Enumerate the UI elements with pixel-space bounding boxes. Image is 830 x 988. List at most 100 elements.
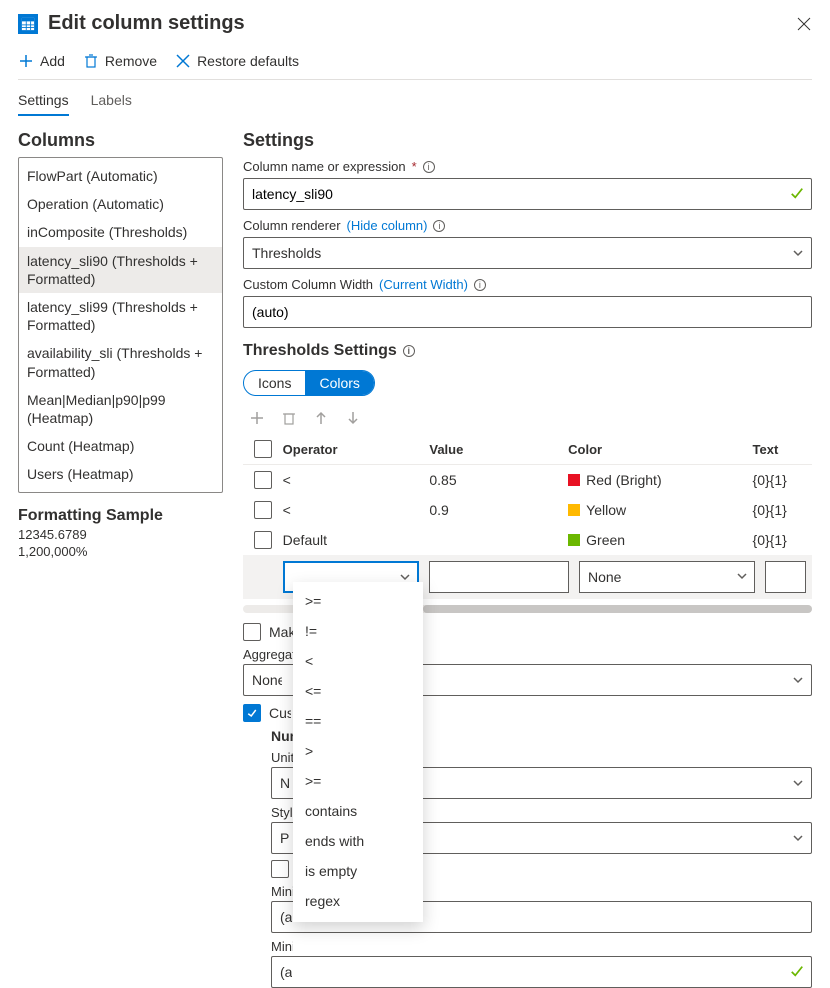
style-value: Percent [280,830,290,846]
operator-option[interactable]: is empty [293,856,423,886]
operator-option[interactable]: starts with [293,916,423,922]
settings-heading: Settings [243,130,812,151]
operator-option[interactable]: != [293,616,423,646]
column-item[interactable]: Users (Heatmap) [19,460,222,488]
remove-label: Remove [105,53,157,69]
column-item[interactable]: latency_sli99 (Thresholds + Formatted) [19,293,222,339]
column-item[interactable]: Count (Heatmap) [19,432,222,460]
operator-option[interactable]: >= [293,766,423,796]
table-icon [18,14,38,34]
column-renderer-select[interactable]: Thresholds [243,237,812,269]
required-asterisk: * [412,159,417,174]
pill-icons[interactable]: Icons [244,371,305,395]
min-int-label: Minimum integer digits [271,884,293,899]
threshold-color: Yellow [568,502,752,518]
make-bar-hidden-checkbox[interactable] [243,623,261,641]
column-item[interactable]: FlowPart (Automatic) [19,162,222,190]
operator-option[interactable]: < [293,646,423,676]
thresholds-mode-toggle: Icons Colors [243,370,375,396]
threshold-delete-button[interactable] [281,410,297,426]
threshold-row[interactable]: <0.9Yellow{0}{1} [243,495,812,525]
new-text-input[interactable] [765,561,806,593]
formatting-sample-1: 12345.6789 [18,527,223,542]
formatting-sample-2: 1,200,000% [18,544,223,559]
threshold-value: 0.9 [429,502,568,518]
units-label: Units [271,750,293,765]
column-item[interactable]: inComposite (Thresholds) [19,218,222,246]
threshold-row-checkbox[interactable] [254,501,272,519]
threshold-select-all-checkbox[interactable] [254,440,272,458]
threshold-text: {0}{1} [753,472,812,488]
header-color: Color [568,442,752,457]
column-renderer-value: Thresholds [252,245,321,261]
restore-defaults-button[interactable]: Restore defaults [175,53,299,69]
group-separators-checkbox[interactable] [271,860,289,878]
operator-option[interactable]: == [293,706,423,736]
threshold-row-checkbox[interactable] [254,531,272,549]
info-icon[interactable]: i [403,345,415,357]
threshold-text: {0}{1} [753,502,812,518]
header-value: Value [429,442,568,457]
threshold-text: {0}{1} [753,532,812,548]
restore-label: Restore defaults [197,53,299,69]
operator-option[interactable]: > [293,736,423,766]
threshold-row[interactable]: Default Green{0}{1} [243,525,812,555]
custom-formatting-checkbox[interactable] [243,704,261,722]
info-icon[interactable]: i [423,161,435,173]
min-frac-input[interactable]: (auto) [271,956,812,988]
valid-check-icon [790,186,804,200]
column-item[interactable]: Mean|Median|p90|p99 (Heatmap) [19,386,222,432]
threshold-row-checkbox[interactable] [254,471,272,489]
new-color-value: None [588,569,621,585]
tab-labels[interactable]: Labels [91,92,132,116]
number-formatting-heading: Number Formatting [271,728,293,744]
threshold-move-down-button[interactable] [345,410,361,426]
custom-width-input[interactable] [243,296,812,328]
info-icon[interactable]: i [433,220,445,232]
custom-formatting-label: Custom formatting [269,705,291,721]
threshold-row[interactable]: <0.85Red (Bright){0}{1} [243,465,812,495]
threshold-add-button[interactable] [249,410,265,426]
operator-dropdown: >=!=<<===>>=containsends withis emptyreg… [293,582,423,922]
threshold-operator: < [283,502,430,518]
column-item[interactable]: availability_sli (Thresholds + Formatted… [19,339,222,385]
hide-column-link[interactable]: (Hide column) [347,218,428,233]
threshold-operator: Default [283,532,430,548]
add-button[interactable]: Add [18,53,65,69]
chevron-down-icon [736,570,748,582]
column-item[interactable]: Operation (Automatic) [19,190,222,218]
min-frac-label: Minimum fractional digits [271,939,293,954]
formatting-sample-heading: Formatting Sample [18,507,223,525]
threshold-move-up-button[interactable] [313,410,329,426]
min-frac-value: (auto) [280,964,292,980]
new-value-input[interactable] [429,561,569,593]
operator-option[interactable]: contains [293,796,423,826]
threshold-color: Red (Bright) [568,472,752,488]
header-operator: Operator [283,442,430,457]
current-width-link[interactable]: (Current Width) [379,277,468,292]
units-value: None [280,775,290,791]
style-label: Style [271,805,293,820]
custom-width-label: Custom Column Width [243,277,373,292]
remove-button[interactable]: Remove [83,53,157,69]
new-color-select[interactable]: None [579,561,755,593]
column-renderer-label: Column renderer [243,218,341,233]
dialog-title: Edit column settings [48,12,796,35]
operator-option[interactable]: ends with [293,826,423,856]
tab-settings[interactable]: Settings [18,92,69,116]
header-text: Text [753,442,812,457]
operator-option[interactable]: >= [293,586,423,616]
close-button[interactable] [796,16,812,32]
column-name-label: Column name or expression [243,159,406,174]
threshold-operator: < [283,472,430,488]
threshold-color: Green [568,532,752,548]
threshold-value: 0.85 [429,472,568,488]
pill-colors[interactable]: Colors [305,371,373,395]
valid-check-icon [790,964,804,978]
operator-option[interactable]: regex [293,886,423,916]
operator-option[interactable]: <= [293,676,423,706]
column-list: FlowPart (Automatic)Operation (Automatic… [18,157,223,493]
info-icon[interactable]: i [474,279,486,291]
column-name-input[interactable] [243,178,812,210]
column-item[interactable]: latency_sli90 (Thresholds + Formatted) [19,247,222,293]
